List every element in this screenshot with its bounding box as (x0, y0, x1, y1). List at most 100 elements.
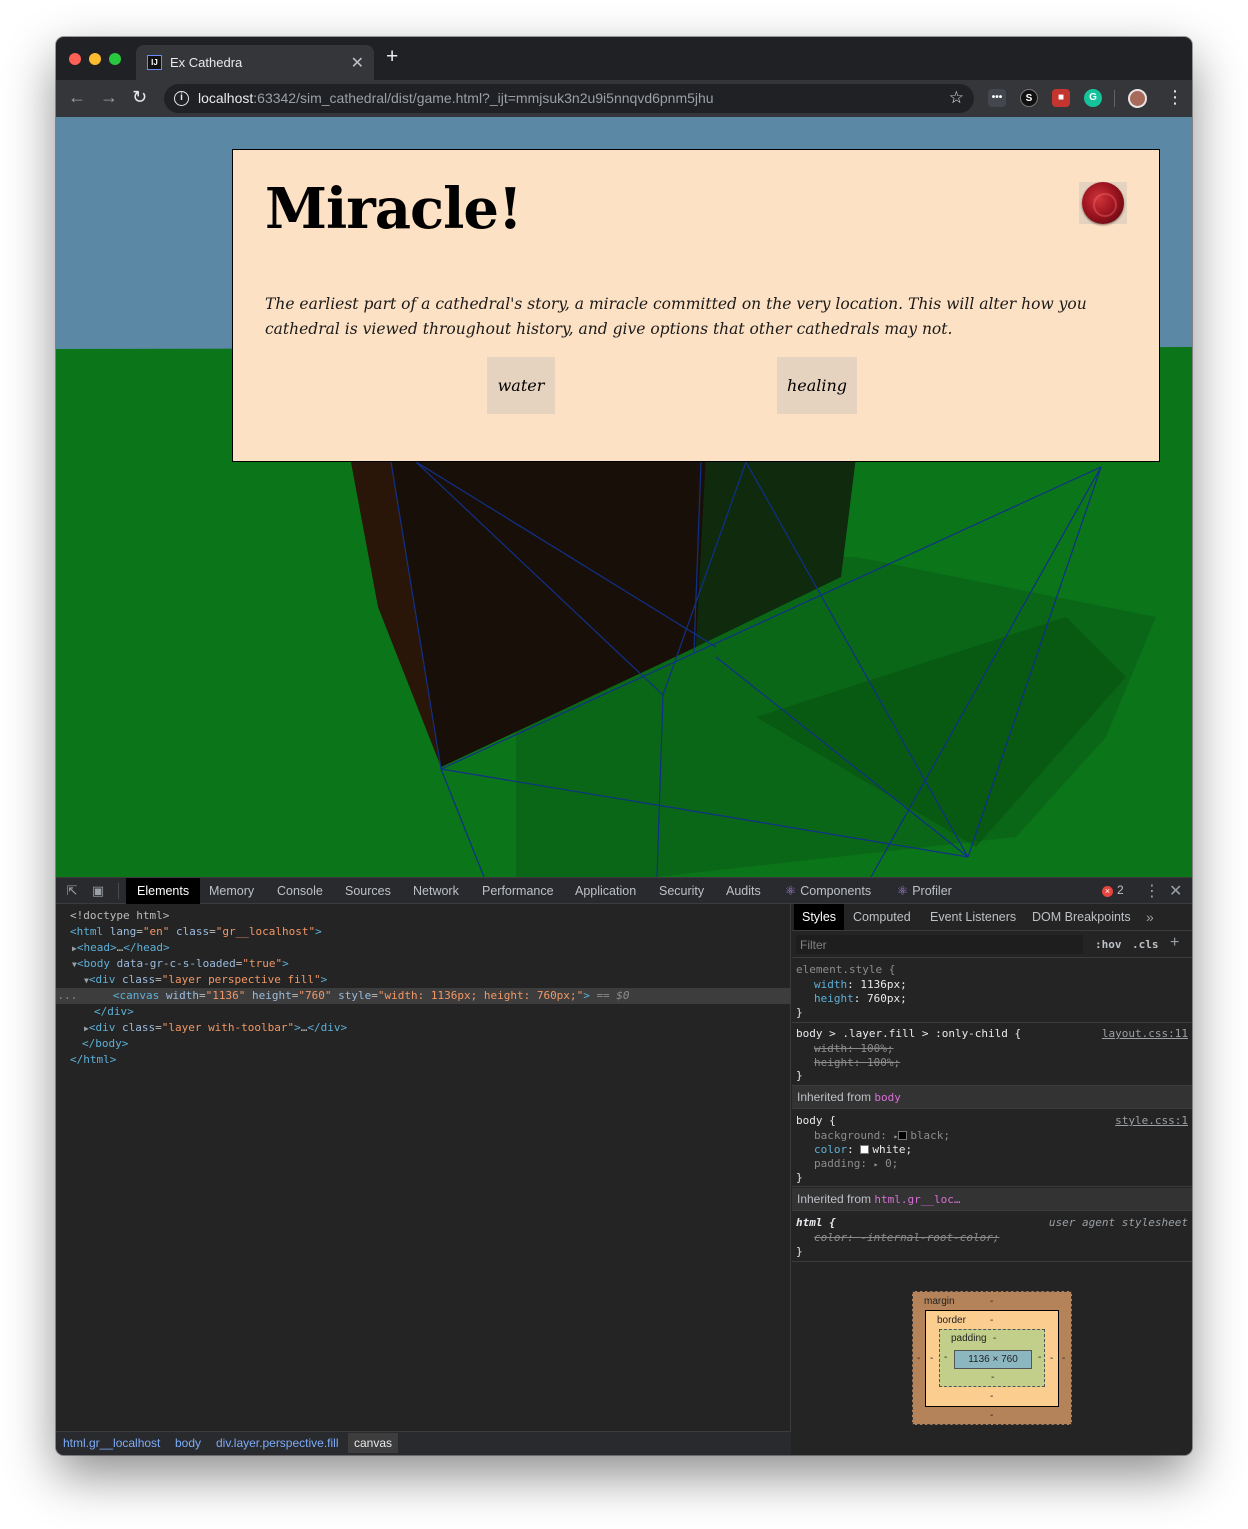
info-icon[interactable]: i (174, 91, 189, 106)
dom-canvas-selected[interactable]: ... <canvas width="1136" height="760" sty… (56, 988, 791, 1004)
error-count-badge[interactable]: × 2 (1102, 883, 1124, 897)
css-declaration[interactable]: color: white; (814, 1143, 912, 1157)
tab-profiler[interactable]: ⚛ Profiler (897, 878, 952, 904)
css-declaration[interactable]: padding: ▸ 0; (814, 1157, 898, 1171)
css-declaration[interactable]: height: 760px; (814, 992, 907, 1006)
bm-margin-top[interactable]: - (990, 1296, 993, 1307)
tab-sources[interactable]: Sources (345, 878, 391, 904)
menu-icon[interactable]: ⋮ (1166, 87, 1184, 107)
dom-div-layer[interactable]: ▼<div class="layer perspective fill"> (56, 972, 791, 988)
crumb-canvas[interactable]: canvas (348, 1433, 399, 1453)
address-bar[interactable]: i localhost:63342/sim_cathedral/dist/gam… (164, 84, 974, 113)
intellij-favicon-icon: IJ (147, 55, 162, 70)
dom-html-close[interactable]: </html> (56, 1052, 791, 1068)
color-swatch-black[interactable] (898, 1131, 908, 1140)
cls-button[interactable]: .cls (1132, 938, 1159, 951)
bm-padding-left[interactable]: - (944, 1352, 947, 1363)
dom-doctype[interactable]: <!doctype html> (56, 908, 791, 924)
tab-network[interactable]: Network (413, 878, 459, 904)
bm-margin-bottom[interactable]: - (990, 1410, 993, 1421)
reload-icon[interactable]: ↻ (132, 87, 147, 107)
choice-healing-button[interactable]: healing (777, 357, 857, 414)
dom-div-toolbar[interactable]: ▶<div class="layer with-toolbar">…</div> (56, 1020, 791, 1036)
choice-water-button[interactable]: water (487, 357, 555, 414)
avatar[interactable] (1128, 89, 1147, 108)
close-window-button[interactable] (69, 53, 81, 65)
rule4-selector: html { (796, 1216, 836, 1229)
dom-body[interactable]: ▼<body data-gr-c-s-loaded="true"> (56, 956, 791, 972)
url-text[interactable]: localhost:63342/sim_cathedral/dist/game.… (198, 90, 714, 106)
rule2-source-link[interactable]: layout.css:11 (1102, 1027, 1188, 1040)
bm-border-top[interactable]: - (990, 1315, 993, 1326)
tab-dom-breakpoints[interactable]: DOM Breakpoints (1032, 904, 1131, 930)
bm-border-right[interactable]: - (1050, 1353, 1053, 1364)
tab-elements[interactable]: Elements (126, 878, 201, 904)
tab-profiler-label: Profiler (912, 884, 952, 898)
extension-red-icon[interactable]: ■ (1052, 89, 1070, 107)
bm-border-left[interactable]: - (930, 1353, 933, 1364)
color-swatch-white[interactable] (860, 1145, 870, 1154)
bm-padding-right[interactable]: - (1038, 1352, 1041, 1363)
devtools-menu-icon[interactable]: ⋮ (1144, 881, 1160, 901)
styles-filter-input[interactable] (796, 935, 1083, 954)
extension-dots-icon[interactable]: ••• (988, 89, 1006, 107)
zoom-window-button[interactable] (109, 53, 121, 65)
more-tabs-icon[interactable]: » (1146, 909, 1154, 925)
css-declaration-overridden[interactable]: height: 100%; (814, 1056, 900, 1070)
devtools-close-icon[interactable]: ✕ (1169, 881, 1182, 901)
dom-head[interactable]: ▶<head>…</head> (56, 940, 791, 956)
css-declaration[interactable]: background: ▸ black; (814, 1129, 950, 1143)
rule1-selector[interactable]: element.style { (796, 963, 895, 977)
tab-styles[interactable]: Styles (794, 904, 845, 930)
new-rule-plus-icon[interactable]: + (1170, 934, 1179, 952)
tab-audits[interactable]: Audits (726, 878, 761, 904)
close-brace: } (796, 1245, 803, 1258)
tab-event-listeners[interactable]: Event Listeners (930, 904, 1016, 930)
rule2-selector[interactable]: body > .layer.fill > :only-child { (796, 1027, 1021, 1041)
rule3-selector[interactable]: body { (796, 1114, 836, 1128)
dom-html[interactable]: <html lang="en" class="gr__localhost"> (56, 924, 791, 940)
hov-button[interactable]: :hov (1095, 938, 1122, 951)
css-declaration[interactable]: width: 1136px; (814, 978, 907, 992)
tab-close-icon[interactable]: ✕ (351, 53, 364, 73)
back-arrow-icon[interactable]: ← (68, 87, 86, 107)
tab-performance[interactable]: Performance (482, 878, 554, 904)
expand-triangle-icon: ▸ (873, 1160, 879, 1169)
tab-components[interactable]: ⚛ Components (785, 878, 871, 904)
dom-body-close[interactable]: </body> (56, 1036, 791, 1052)
bm-border-bottom[interactable]: - (990, 1391, 993, 1402)
prop-value: 0; (885, 1157, 899, 1170)
grammarly-icon[interactable]: G (1084, 89, 1102, 107)
wax-seal-close-button[interactable] (1079, 182, 1127, 224)
tab-memory[interactable]: Memory (209, 878, 254, 904)
tab-console[interactable]: Console (277, 878, 323, 904)
rule3-source-link[interactable]: style.css:1 (1115, 1114, 1188, 1127)
elements-tree: <!doctype html> <html lang="en" class="g… (56, 904, 791, 1431)
crumb-body[interactable]: body (175, 1436, 201, 1450)
react-icon: ⚛ (897, 884, 909, 898)
tab-application[interactable]: Application (575, 878, 636, 904)
device-toolbar-icon[interactable]: ▣ (90, 883, 106, 899)
browser-tab[interactable]: IJ Ex Cathedra ✕ (136, 45, 374, 80)
new-tab-button[interactable]: + (386, 46, 398, 67)
tab-security[interactable]: Security (659, 878, 704, 904)
bm-content-size[interactable]: 1136 × 760 (954, 1350, 1032, 1369)
minimize-window-button[interactable] (89, 53, 101, 65)
bm-margin-left[interactable]: - (917, 1353, 920, 1364)
crumb-div[interactable]: div.layer.perspective.fill (216, 1436, 339, 1450)
inherited-selector[interactable]: html.gr__loc… (874, 1193, 960, 1206)
star-icon[interactable]: ☆ (949, 88, 964, 108)
inspect-element-icon[interactable]: ⇱ (64, 883, 80, 899)
page-viewport: Miracle! The earliest part of a cathedra… (56, 117, 1192, 877)
dom-div-close[interactable]: </div> (56, 1004, 791, 1020)
extension-circle-icon[interactable]: S (1020, 89, 1038, 107)
tab-computed[interactable]: Computed (853, 904, 911, 930)
bm-margin-right[interactable]: - (1062, 1353, 1065, 1364)
css-declaration-overridden[interactable]: width: 100%; (814, 1042, 894, 1056)
inherited-selector[interactable]: body (874, 1091, 901, 1104)
tab-title: Ex Cathedra (170, 55, 243, 70)
crumb-html[interactable]: html.gr__localhost (63, 1436, 160, 1450)
bm-padding-bottom[interactable]: - (991, 1372, 994, 1383)
forward-arrow-icon[interactable]: → (100, 87, 118, 107)
bm-padding-top[interactable]: - (993, 1333, 996, 1344)
